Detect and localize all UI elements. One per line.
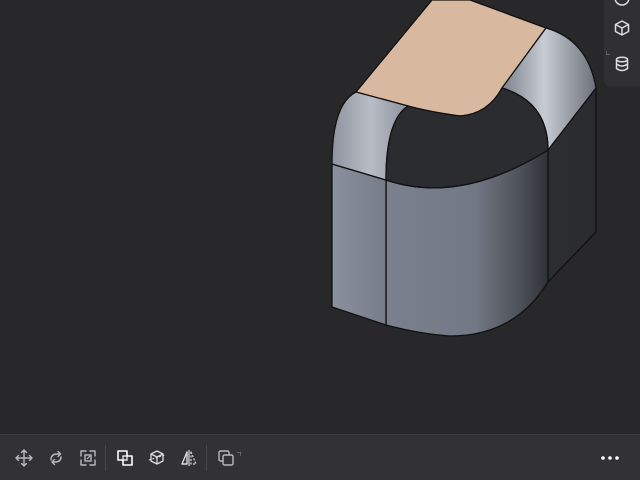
- more-horizontal-icon: [601, 456, 619, 460]
- mirror-icon: [181, 450, 197, 466]
- section-tool-button[interactable]: [144, 445, 170, 471]
- cad-app: [0, 0, 640, 480]
- model-canvas[interactable]: [0, 0, 640, 434]
- view-button-sphere[interactable]: [610, 0, 634, 10]
- cylinder-icon: [615, 56, 629, 72]
- 3d-viewport[interactable]: [0, 0, 640, 434]
- cube-icon: [614, 20, 630, 36]
- view-panel: [604, 0, 640, 86]
- boolean-tool-button[interactable]: [112, 445, 138, 471]
- scale-tool-button[interactable]: [75, 445, 101, 471]
- submenu-indicator: [605, 40, 610, 56]
- rotate-icon: [50, 450, 62, 466]
- duplicate-tool-button[interactable]: [213, 445, 239, 471]
- toolbar-divider: [206, 445, 207, 471]
- sphere-icon: [614, 0, 630, 6]
- model-left-face: [331, 163, 387, 326]
- move-tool-button[interactable]: [11, 445, 37, 471]
- move-icon: [15, 449, 33, 467]
- submenu-indicator: [237, 441, 242, 456]
- duplicate-icon: [218, 450, 234, 466]
- section-icon: [148, 450, 166, 465]
- view-button-cylinder[interactable]: [610, 52, 634, 76]
- toolbar-divider: [105, 445, 106, 471]
- more-options-button[interactable]: [597, 445, 623, 471]
- rotate-tool-button[interactable]: [43, 445, 69, 471]
- view-button-cube[interactable]: [610, 16, 634, 40]
- bottom-toolbar: [0, 434, 640, 480]
- scale-icon: [80, 450, 96, 466]
- mirror-tool-button[interactable]: [176, 445, 202, 471]
- boolean-icon: [117, 450, 133, 466]
